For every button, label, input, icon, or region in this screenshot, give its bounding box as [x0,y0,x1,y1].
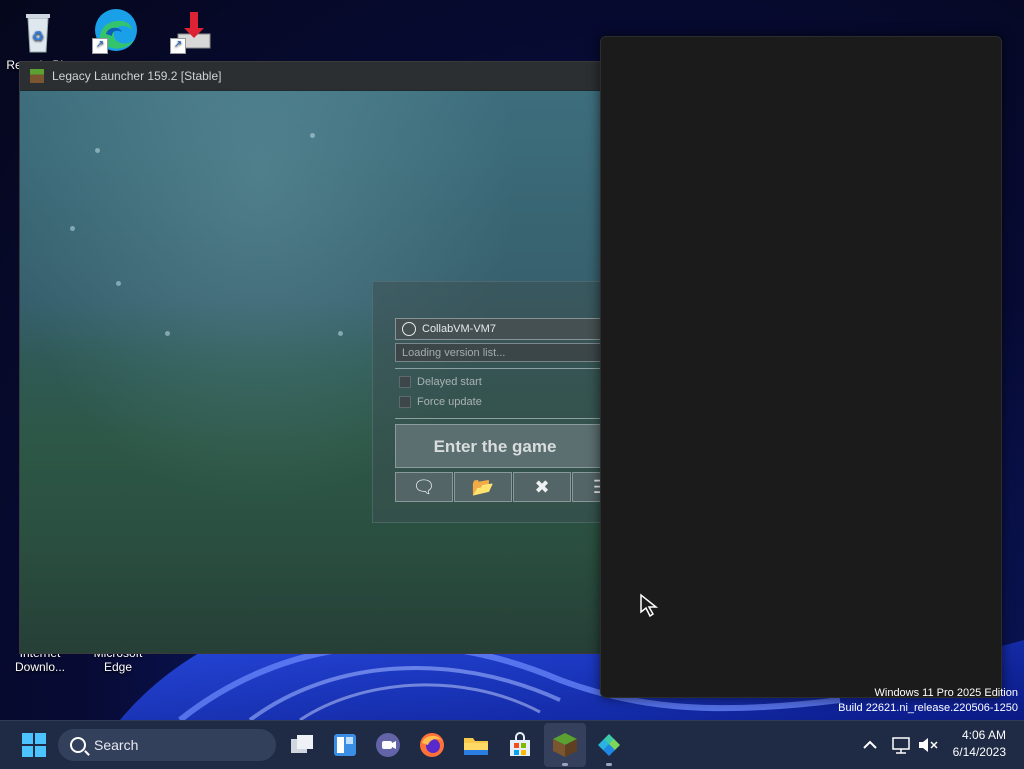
desktop-icon-installer[interactable]: ↗ [156,6,232,56]
mouse-cursor-icon [640,593,659,618]
checkbox-box [399,376,411,388]
taskbar-search[interactable]: Search [58,729,276,761]
enter-the-game-button[interactable]: Enter the game [395,424,620,468]
shortcut-arrow-icon: ↗ [92,38,108,54]
store-icon[interactable] [506,731,534,759]
checkbox-label: Force update [417,396,482,408]
divider [395,418,620,419]
desktop-icon-edge[interactable]: ↗ [78,6,154,56]
installer-icon: ↗ [170,6,218,54]
edge-icon: ↗ [92,6,140,54]
checkbox-label: Delayed start [417,376,482,388]
launcher-background: CollabVM-VM7 Loading version list... Del… [20,91,620,653]
particle [310,133,315,138]
search-icon [70,737,86,753]
watermark-edition: Windows 11 Pro 2025 Edition [874,687,1019,699]
windows-watermark: Windows 11 Pro 2025 Edition Build 22621.… [838,686,1018,716]
file-explorer-icon[interactable] [462,731,490,759]
recycle-bin-icon: ♻ [14,8,62,56]
task-view-icon[interactable] [288,731,316,759]
network-icon[interactable] [888,731,916,759]
legacy-launcher-window[interactable]: Legacy Launcher 159.2 [Stable] CollabVM-… [19,61,621,654]
search-label: Search [94,737,139,753]
chat-button[interactable]: 🗨 [395,472,453,502]
account-selector[interactable]: CollabVM-VM7 [395,318,620,340]
system-clock[interactable]: 4:06 AM 6/14/2023 [953,727,1006,761]
chat-icon: 🗨 [412,477,436,497]
app-icon[interactable] [595,731,623,759]
watermark-build: Build 22621.ni_release.220506-1250 [838,702,1018,714]
widgets-icon[interactable] [331,731,359,759]
launcher-titlebar[interactable]: Legacy Launcher 159.2 [Stable] [20,62,620,90]
svg-text:♻: ♻ [32,28,45,44]
divider [395,368,620,369]
folder-icon: 📂 [471,477,495,497]
shortcut-arrow-icon: ↗ [170,38,186,54]
launcher-title: Legacy Launcher 159.2 [Stable] [52,69,222,83]
particle [165,331,170,336]
legacy-launcher-icon[interactable] [551,731,579,759]
login-panel: CollabVM-VM7 Loading version list... Del… [372,281,620,523]
delayed-start-checkbox[interactable]: Delayed start [399,376,482,388]
running-indicator [606,763,612,766]
folder-button[interactable]: 📂 [454,472,512,502]
taskbar: Search 4:06 AM 6/14/2023 [0,720,1024,769]
checkbox-box [399,396,411,408]
close-icon: ✖ [534,477,550,497]
force-update-checkbox[interactable]: Force update [399,396,482,408]
teams-icon[interactable] [374,731,402,759]
running-indicator [562,763,568,766]
grass-block-icon [30,69,44,83]
user-icon [402,322,416,336]
version-selector[interactable]: Loading version list... [395,343,620,362]
firefox-icon[interactable] [418,731,446,759]
account-name: CollabVM-VM7 [422,323,496,335]
clock-time: 4:06 AM [961,728,1006,742]
close-launcher-button[interactable]: ✖ [513,472,571,502]
chevron-up-icon[interactable] [856,731,884,759]
volume-muted-icon[interactable] [914,731,942,759]
particle [116,281,121,286]
particle [70,226,75,231]
start-icon[interactable] [20,731,48,759]
particle [338,331,343,336]
clock-date: 6/14/2023 [952,745,1006,759]
particle [95,148,100,153]
blank-dark-window[interactable] [600,36,1002,698]
